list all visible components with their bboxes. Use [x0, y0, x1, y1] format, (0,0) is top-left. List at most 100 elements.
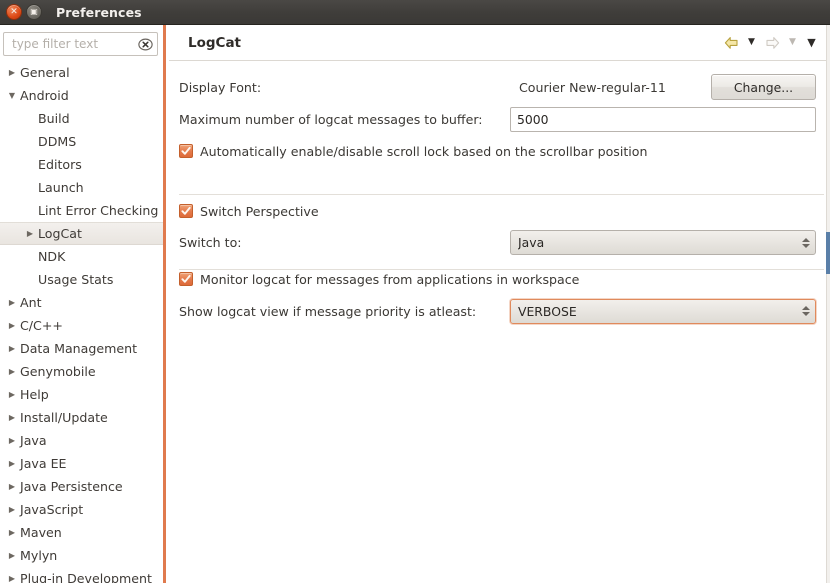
sidebar-item-maven[interactable]: ▶ Maven: [0, 521, 163, 544]
switch-perspective-row[interactable]: Switch Perspective: [179, 202, 824, 220]
change-font-button[interactable]: Change...: [711, 74, 816, 100]
twisty-collapsed-icon[interactable]: ▶: [4, 298, 20, 307]
sidebar-item-logcat[interactable]: ▶ LogCat: [0, 222, 163, 245]
filter-box[interactable]: [3, 32, 158, 56]
sidebar-item-java[interactable]: ▶ Java: [0, 429, 163, 452]
sidebar-item-usage-stats[interactable]: Usage Stats: [0, 268, 163, 291]
filter-area: [3, 32, 158, 56]
twisty-collapsed-icon[interactable]: ▶: [4, 390, 20, 399]
monitor-logcat-row[interactable]: Monitor logcat for messages from applica…: [179, 270, 824, 288]
buffer-size-label: Maximum number of logcat messages to buf…: [179, 112, 483, 127]
twisty-collapsed-icon[interactable]: ▶: [4, 551, 20, 560]
sidebar-item-label: Lint Error Checking: [38, 203, 159, 218]
sidebar-item-label: Java Persistence: [20, 479, 123, 494]
switch-to-dropdown[interactable]: Java: [510, 230, 816, 255]
sidebar-item-java-ee[interactable]: ▶ Java EE: [0, 452, 163, 475]
twisty-collapsed-icon[interactable]: ▶: [4, 436, 20, 445]
twisty-collapsed-icon[interactable]: ▶: [4, 413, 20, 422]
back-history-chevron-down-icon[interactable]: ▼: [744, 33, 759, 53]
display-font-row: Display Font: Courier New-regular-11 Cha…: [179, 74, 824, 100]
page-scrollbar[interactable]: [826, 25, 830, 583]
sidebar-item-ndk[interactable]: NDK: [0, 245, 163, 268]
twisty-collapsed-icon[interactable]: ▶: [4, 344, 20, 353]
sidebar-item-label: Mylyn: [20, 548, 58, 563]
sidebar-item-label: DDMS: [38, 134, 77, 149]
sidebar-item-launch[interactable]: Launch: [0, 176, 163, 199]
sidebar-item-mylyn[interactable]: ▶ Mylyn: [0, 544, 163, 567]
sidebar-item-label: Editors: [38, 157, 82, 172]
back-arrow-icon[interactable]: [721, 33, 741, 53]
sidebar-item-install-update[interactable]: ▶ Install/Update: [0, 406, 163, 429]
sidebar-item-build[interactable]: Build: [0, 107, 163, 130]
window-close-icon[interactable]: ✕: [6, 4, 22, 20]
twisty-collapsed-icon[interactable]: ▶: [4, 505, 20, 514]
sidebar-item-ddms[interactable]: DDMS: [0, 130, 163, 153]
scroll-lock-row[interactable]: Automatically enable/disable scroll lock…: [179, 142, 824, 160]
preferences-sidebar: ▶General▼AndroidBuildDDMSEditorsLaunchLi…: [0, 25, 166, 583]
sidebar-item-label: C/C++: [20, 318, 63, 333]
preferences-window: ✕ ▣ Preferences ▶General▼AndroidBuildDDM…: [0, 0, 830, 583]
sidebar-item-label: Java: [20, 433, 47, 448]
switch-perspective-label: Switch Perspective: [200, 203, 319, 219]
sidebar-item-label: Launch: [38, 180, 84, 195]
window-title: Preferences: [56, 4, 142, 20]
twisty-collapsed-icon[interactable]: ▶: [4, 68, 20, 77]
sidebar-item-label: LogCat: [38, 226, 82, 241]
sidebar-item-label: Genymobile: [20, 364, 96, 379]
switch-perspective-checkbox[interactable]: [179, 204, 193, 218]
priority-value: VERBOSE: [518, 303, 577, 319]
buffer-size-row: Maximum number of logcat messages to buf…: [179, 107, 824, 132]
buffer-size-input[interactable]: [510, 107, 816, 132]
twisty-collapsed-icon[interactable]: ▶: [4, 321, 20, 330]
twisty-collapsed-icon[interactable]: ▶: [4, 574, 20, 583]
forward-arrow-icon: [762, 33, 782, 53]
switch-to-label: Switch to:: [179, 235, 242, 250]
sidebar-item-ant[interactable]: ▶ Ant: [0, 291, 163, 314]
sidebar-item-help[interactable]: ▶ Help: [0, 383, 163, 406]
priority-spinner-icon[interactable]: [800, 302, 811, 320]
sidebar-item-android[interactable]: ▼ Android: [0, 84, 163, 107]
twisty-collapsed-icon[interactable]: ▶: [4, 482, 20, 491]
switch-to-row: Switch to: Java: [179, 230, 824, 255]
switch-to-value: Java: [518, 235, 545, 250]
sidebar-item-lint-error-checking[interactable]: Lint Error Checking: [0, 199, 163, 222]
window-titlebar: ✕ ▣ Preferences: [0, 0, 830, 25]
search-input[interactable]: [10, 36, 138, 52]
sidebar-item-label: Help: [20, 387, 49, 402]
sidebar-item-label: Ant: [20, 295, 42, 310]
page-scrollbar-thumb[interactable]: [826, 232, 830, 274]
page-title: LogCat: [188, 34, 242, 51]
twisty-collapsed-icon[interactable]: ▶: [4, 528, 20, 537]
sidebar-item-label: Build: [38, 111, 70, 126]
twisty-collapsed-icon[interactable]: ▶: [4, 459, 20, 468]
twisty-collapsed-icon[interactable]: ▶: [22, 229, 38, 238]
sidebar-item-c-c[interactable]: ▶ C/C++: [0, 314, 163, 337]
display-font-value: Courier New-regular-11: [519, 79, 666, 95]
page-nav-toolbar: ▼ ▼ ▼: [721, 33, 820, 53]
scroll-lock-checkbox[interactable]: [179, 144, 193, 158]
page-menu-chevron-down-icon[interactable]: ▼: [803, 33, 820, 53]
maximize-glyph: ▣: [30, 7, 38, 16]
sidebar-item-plug-in-development[interactable]: ▶ Plug-in Development: [0, 567, 163, 583]
sidebar-item-label: General: [20, 65, 70, 80]
sidebar-item-genymobile[interactable]: ▶ Genymobile: [0, 360, 163, 383]
sidebar-item-label: NDK: [38, 249, 66, 264]
twisty-collapsed-icon[interactable]: ▶: [4, 367, 20, 376]
sidebar-item-label: Install/Update: [20, 410, 108, 425]
sidebar-item-java-persistence[interactable]: ▶ Java Persistence: [0, 475, 163, 498]
sidebar-item-data-management[interactable]: ▶ Data Management: [0, 337, 163, 360]
separator-1: [179, 194, 824, 195]
twisty-expanded-icon[interactable]: ▼: [4, 91, 20, 100]
sidebar-item-label: Maven: [20, 525, 62, 540]
window-maximize-icon[interactable]: ▣: [26, 4, 42, 20]
switch-to-spinner-icon[interactable]: [800, 234, 811, 252]
monitor-logcat-checkbox[interactable]: [179, 272, 193, 286]
window-controls: ✕ ▣: [6, 4, 42, 20]
preferences-tree[interactable]: ▶ General ▼ Android Build DDMS Editors Launch Li…: [0, 61, 163, 583]
clear-filter-icon[interactable]: [138, 37, 153, 51]
sidebar-item-javascript[interactable]: ▶ JavaScript: [0, 498, 163, 521]
sidebar-item-general[interactable]: ▶ General: [0, 61, 163, 84]
sidebar-item-editors[interactable]: Editors: [0, 153, 163, 176]
priority-dropdown[interactable]: VERBOSE: [510, 298, 816, 324]
logcat-settings-form: Display Font: Courier New-regular-11 Cha…: [169, 61, 830, 583]
